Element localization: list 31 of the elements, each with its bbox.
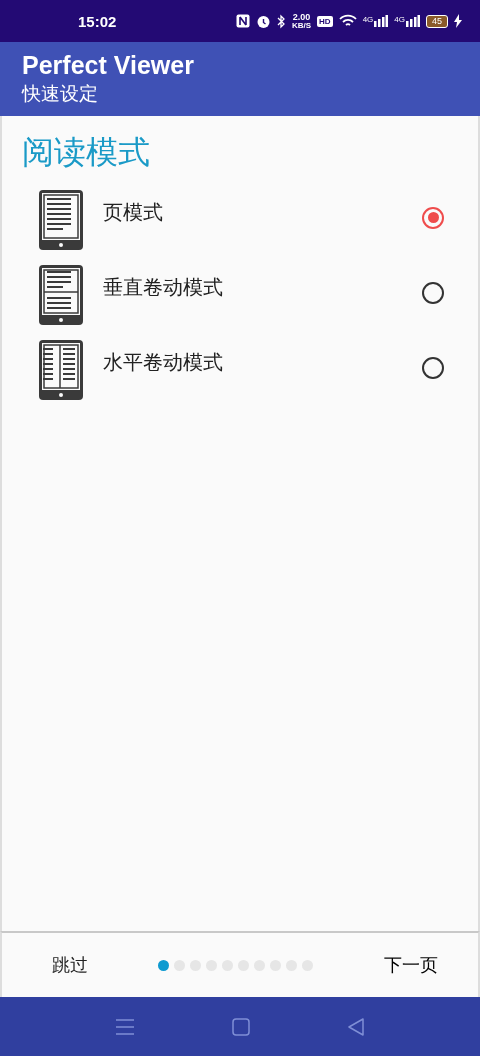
app-title: Perfect Viewer: [22, 50, 195, 80]
back-icon[interactable]: [348, 1017, 364, 1036]
status-time: 15:02: [78, 12, 117, 30]
vertical-scroll-icon: [39, 264, 83, 325]
battery-level: 45: [426, 14, 448, 28]
page-mode-icon: [39, 189, 83, 250]
skip-button[interactable]: 跳过: [44, 947, 96, 983]
menu-icon[interactable]: [116, 1018, 134, 1035]
section-title: 阅读模式: [22, 132, 151, 173]
speed-value: 2.00: [292, 12, 311, 22]
nfc-icon: [235, 14, 250, 28]
mode-label: 水平卷动模式: [103, 349, 223, 376]
charging-icon: [454, 14, 462, 28]
signal-icon: [406, 15, 420, 27]
bluetooth-icon: [276, 13, 286, 29]
mode-label: 页模式: [103, 199, 163, 226]
mode-label: 垂直卷动模式: [103, 274, 223, 301]
radio-button[interactable]: [422, 281, 444, 304]
speed-unit: KB/S: [291, 21, 312, 30]
signal-icon: [374, 15, 389, 27]
next-button[interactable]: 下一页: [376, 947, 446, 983]
home-icon[interactable]: [232, 1017, 250, 1036]
alarm-icon: [255, 13, 271, 29]
app-subtitle: 快速设定: [22, 81, 99, 106]
network-type: 4G: [394, 15, 405, 24]
network-type: 4G: [362, 15, 374, 24]
radio-button[interactable]: [422, 206, 444, 229]
horizontal-scroll-icon: [39, 339, 83, 400]
radio-button[interactable]: [422, 356, 444, 379]
hd-badge: HD: [317, 15, 333, 27]
wifi-icon: [338, 14, 357, 28]
